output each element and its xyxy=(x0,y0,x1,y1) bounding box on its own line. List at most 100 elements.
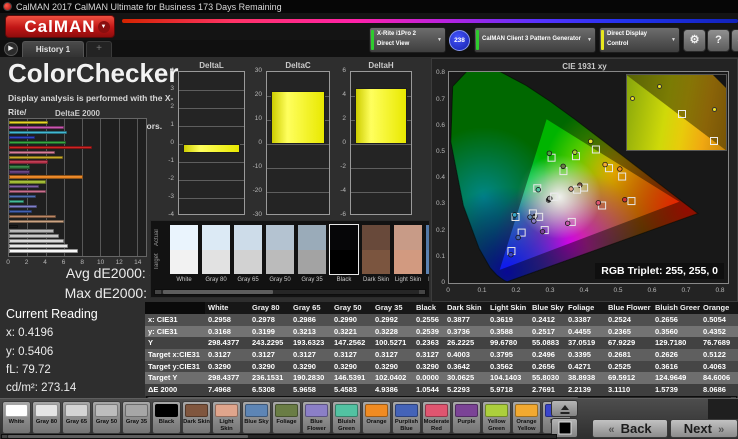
deltah-chart-title: DeltaH xyxy=(368,61,394,70)
patch-button-foliage[interactable]: Foliage xyxy=(272,401,301,434)
table-cell: 0.3127 xyxy=(334,350,357,360)
table-cell: 55.8030 xyxy=(532,373,560,383)
scroll-right-arrow-icon[interactable] xyxy=(419,290,425,294)
swatch-label: Gray 35 xyxy=(301,277,323,283)
swatch-actual-color xyxy=(234,225,262,250)
swatch-actual-color xyxy=(298,225,326,250)
table-cell: 0.4003 xyxy=(447,350,470,360)
swatch-actual-color xyxy=(330,225,358,250)
strip-actual-label: Actual xyxy=(154,229,160,247)
patch-button-gray-65[interactable]: Gray 65 xyxy=(62,401,91,434)
help-button[interactable]: ? xyxy=(707,29,730,52)
strip-swatch[interactable] xyxy=(202,225,230,274)
strip-scrollbar-handle[interactable] xyxy=(163,290,273,294)
patch-button-moderate-red[interactable]: Moderate Red xyxy=(422,401,451,434)
patch-button-yellow-green[interactable]: Yellow Green xyxy=(482,401,511,434)
back-button[interactable]: « Back xyxy=(592,419,668,438)
swatch-target-color xyxy=(330,249,358,274)
table-cell: 38.8938 xyxy=(568,373,596,383)
table-cell: 5.4583 xyxy=(334,385,357,395)
x-tick-label: 0.7 xyxy=(681,287,691,294)
x-tick-label: 0.1 xyxy=(477,287,487,294)
swatch-target-color xyxy=(394,249,422,274)
x-tick-label: 2 xyxy=(24,259,29,266)
patch-button-orange-yellow[interactable]: Orange Yellow xyxy=(512,401,541,434)
table-cell: 0.2524 xyxy=(608,315,631,324)
patch-button-bluish-green[interactable]: Bluish Green xyxy=(332,401,361,434)
strip-swatch[interactable] xyxy=(329,224,359,275)
table-cell: 5.9718 xyxy=(490,385,513,395)
column-header: Gray 35 xyxy=(372,302,413,314)
patch-button-light-skin[interactable]: Light Skin xyxy=(212,401,241,434)
patch-color-chip xyxy=(485,404,508,417)
display-control-name: Direct Display Control xyxy=(607,31,648,47)
table-cell: 0.3168 xyxy=(208,326,231,336)
patch-button-blue-sky[interactable]: Blue Sky xyxy=(242,401,271,434)
table-cell: 0.3619 xyxy=(490,315,513,324)
row-label: y: CIE31 xyxy=(148,326,178,336)
table-cell: 0.3560 xyxy=(655,326,678,336)
strip-swatch[interactable] xyxy=(266,225,294,274)
deltae-chart-title: DeltaE 2000 xyxy=(55,109,100,118)
patch-button-gray-35[interactable]: Gray 35 xyxy=(122,401,151,434)
strip-swatch[interactable] xyxy=(362,225,390,274)
strip-swatch[interactable] xyxy=(298,225,326,274)
display-control-status-indicator xyxy=(601,30,604,50)
strip-swatch[interactable] xyxy=(234,225,262,274)
patch-button-dark-skin[interactable]: Dark Skin xyxy=(182,401,211,434)
strip-swatch[interactable] xyxy=(426,225,429,274)
x-tick-label: 0.8 xyxy=(715,287,725,294)
tab-history-1[interactable]: History 1 xyxy=(22,41,84,57)
cie-zoom-inset xyxy=(626,74,727,151)
patch-label: Orange xyxy=(366,419,387,425)
add-tab-button[interactable]: + xyxy=(86,41,112,57)
patch-button-gray-80[interactable]: Gray 80 xyxy=(32,401,61,434)
patch-button-gray-50[interactable]: Gray 50 xyxy=(92,401,121,434)
y-tick-label: 0 xyxy=(258,139,262,146)
settings-button[interactable]: ⚙ xyxy=(683,29,706,52)
strip-scrollbar[interactable] xyxy=(154,289,426,295)
grid-line xyxy=(63,119,65,256)
display-control-button[interactable]: Direct Display Control ▼ xyxy=(599,27,680,53)
logo-menu-chevron-icon[interactable]: ▼ xyxy=(98,21,110,33)
y-tick-label: -1 xyxy=(168,157,174,164)
patch-button-blue-flower[interactable]: Blue Flower xyxy=(302,401,331,434)
collapse-panel-button[interactable]: ◀ xyxy=(731,29,738,52)
strip-swatch[interactable] xyxy=(394,225,422,274)
measured-dot-marker xyxy=(560,163,566,169)
tab-overflow-arrow-icon[interactable]: ▶ xyxy=(4,42,18,56)
measured-dot-marker xyxy=(587,138,594,145)
calman-logo-button[interactable]: CalMAN ▼ xyxy=(5,15,115,38)
meter-selector-button[interactable]: X-Rite i1Pro 2 Direct View ▼ xyxy=(369,27,446,53)
current-reading-cdm2: cd/m²: 273.14 xyxy=(6,382,77,394)
patch-button-black[interactable]: Black xyxy=(152,401,181,434)
table-cell: 0.2656 xyxy=(532,361,555,371)
next-label: Next xyxy=(683,421,712,436)
y-tick-label: -2 xyxy=(340,163,346,170)
patch-color-chip xyxy=(125,404,148,417)
y-tick-label: 0 xyxy=(441,279,445,286)
bottom-scrollbar-handle[interactable] xyxy=(8,435,248,438)
patch-button-orange[interactable]: Orange xyxy=(362,401,391,434)
table-cell: 1.5739 xyxy=(655,385,678,395)
next-button[interactable]: Next » xyxy=(670,419,738,438)
scroll-left-arrow-icon[interactable] xyxy=(2,435,7,438)
reading-count-badge[interactable]: 238 xyxy=(449,30,470,51)
x-tick-label: 0.5 xyxy=(613,287,623,294)
patch-label: Gray 65 xyxy=(65,419,88,425)
eject-pattern-button[interactable] xyxy=(551,400,578,417)
patch-button-white[interactable]: White xyxy=(2,401,31,434)
pattern-generator-button[interactable]: CalMAN Client 3 Pattern Generator ▼ xyxy=(474,27,596,53)
patch-label: Blue Flower xyxy=(307,419,326,432)
bottom-scrollbar[interactable] xyxy=(1,434,557,439)
table-cell: 0.4352 xyxy=(703,326,726,336)
patch-button-purple[interactable]: Purple xyxy=(452,401,481,434)
patch-color-chip xyxy=(35,404,58,417)
table-cell: 193.6323 xyxy=(293,338,325,348)
strip-swatch[interactable] xyxy=(170,225,198,274)
table-cell: 30.0625 xyxy=(447,373,475,383)
swatch-target-color xyxy=(298,249,326,274)
table-cell: 99.6780 xyxy=(490,338,518,348)
patch-button-purplish-blue[interactable]: Purplish Blue xyxy=(392,401,421,434)
scroll-left-arrow-icon[interactable] xyxy=(155,290,161,294)
